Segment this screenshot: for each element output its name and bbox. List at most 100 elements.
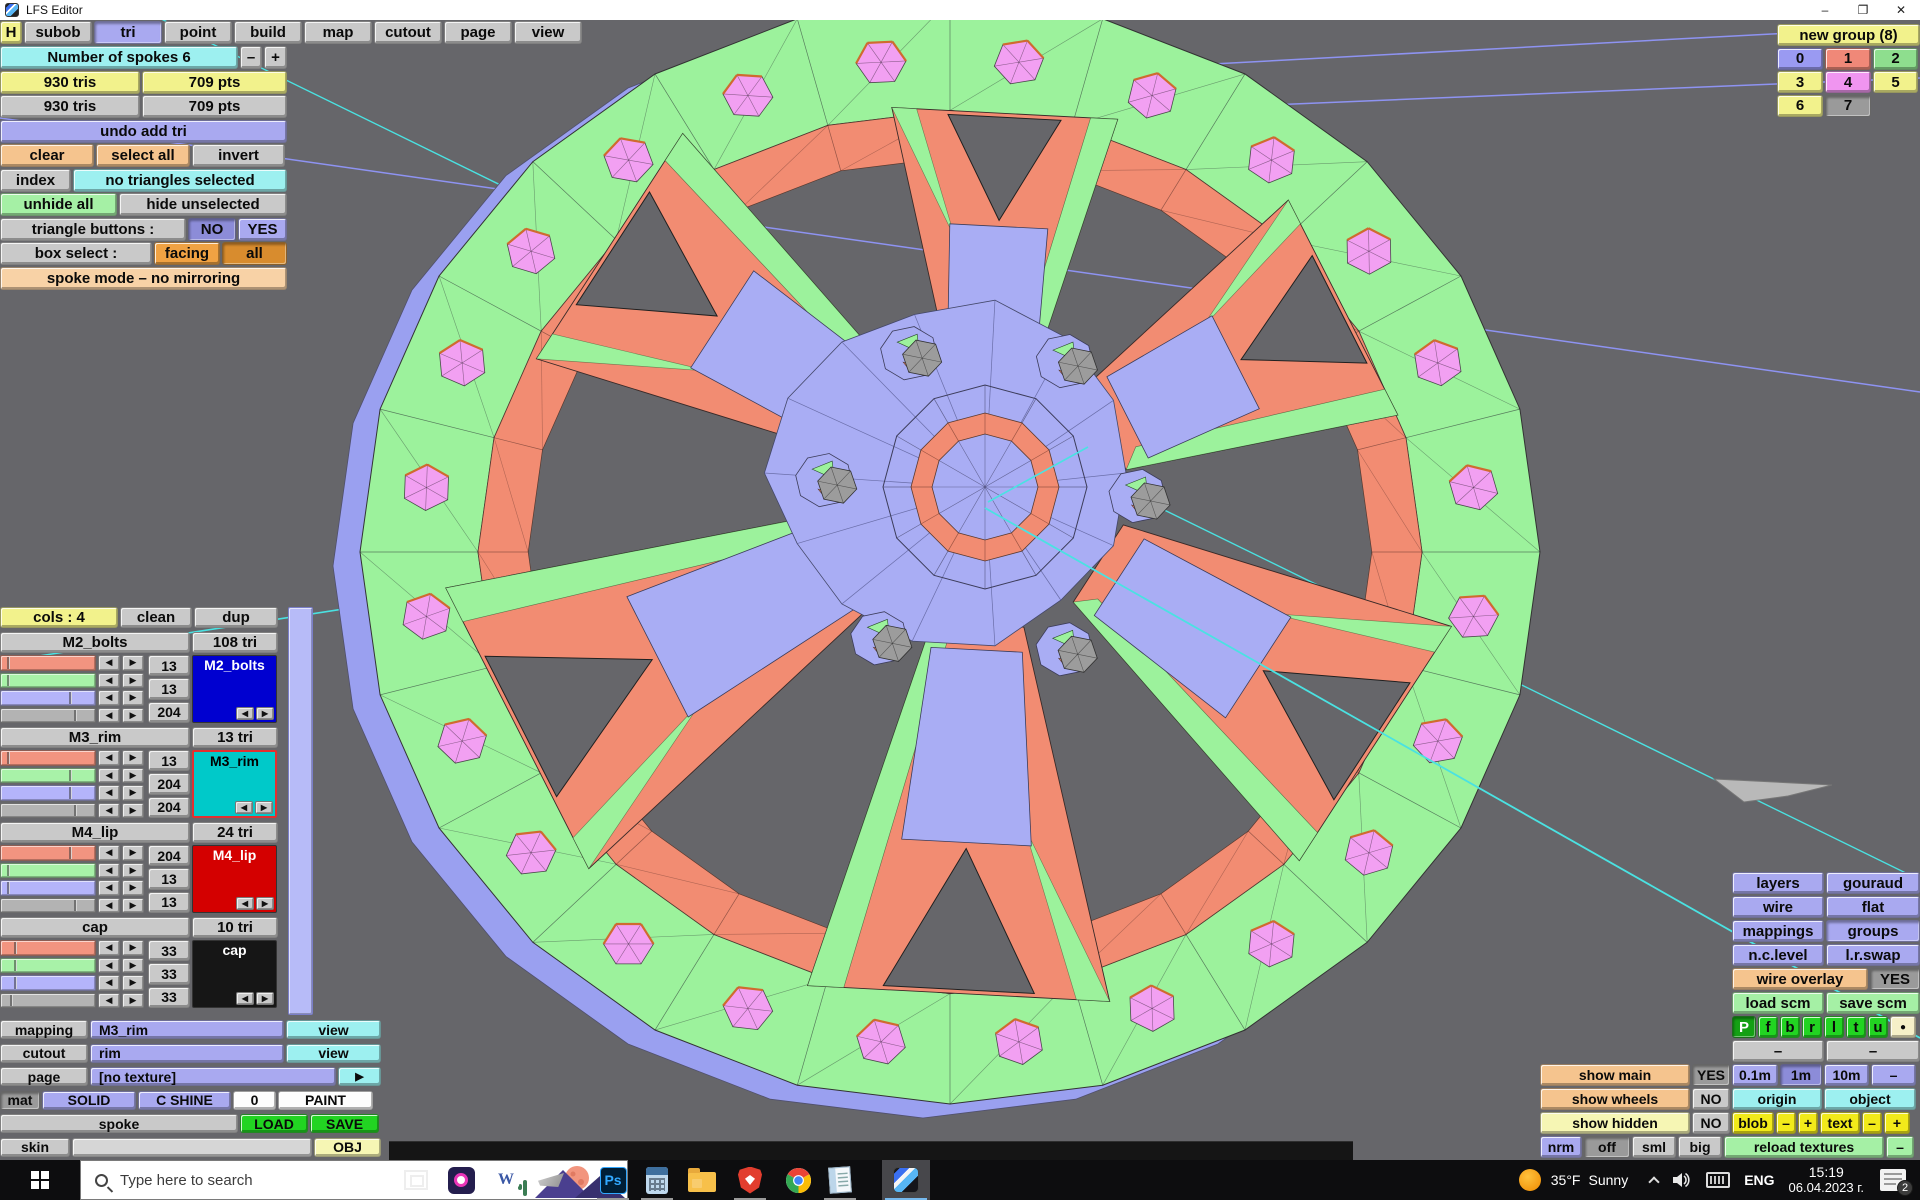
show-hidden-state[interactable]: NO bbox=[1692, 1112, 1730, 1134]
skin-label[interactable]: skin bbox=[0, 1138, 70, 1157]
layer-r-button[interactable]: r bbox=[1802, 1016, 1822, 1038]
wire-button[interactable]: wire bbox=[1732, 896, 1824, 918]
blue-slider[interactable] bbox=[0, 785, 96, 801]
slider-right-arrow[interactable]: ▶ bbox=[122, 785, 144, 801]
menu-page[interactable]: page bbox=[444, 21, 512, 44]
slider-left-arrow[interactable]: ◀ bbox=[98, 655, 120, 671]
text-plus-button[interactable]: + bbox=[1884, 1112, 1910, 1134]
red-slider[interactable] bbox=[0, 845, 96, 861]
slider-right-arrow[interactable]: ▶ bbox=[122, 803, 144, 819]
slider-left-arrow[interactable]: ◀ bbox=[98, 673, 120, 689]
layer-b-button[interactable]: b bbox=[1780, 1016, 1800, 1038]
lfs-editor-taskbar-button[interactable] bbox=[882, 1160, 930, 1200]
slider-left-arrow[interactable]: ◀ bbox=[98, 880, 120, 896]
mapping-label[interactable]: mapping bbox=[0, 1020, 88, 1039]
material-swatch[interactable]: M2_bolts ◀▶ bbox=[192, 655, 277, 723]
slider-right-arrow[interactable]: ▶ bbox=[122, 673, 144, 689]
extra-slider[interactable] bbox=[0, 993, 96, 1009]
hide-unselected-button[interactable]: hide unselected bbox=[119, 193, 287, 216]
show-hidden-label[interactable]: show hidden bbox=[1540, 1112, 1690, 1134]
calculator-button[interactable] bbox=[633, 1160, 681, 1200]
slider-right-arrow[interactable]: ▶ bbox=[122, 708, 144, 724]
layer-u-button[interactable]: u bbox=[1868, 1016, 1888, 1038]
task-view-button[interactable] bbox=[392, 1160, 440, 1200]
slider-left-arrow[interactable]: ◀ bbox=[98, 690, 120, 706]
grid-dash-button[interactable]: – bbox=[1871, 1064, 1916, 1086]
reload-dash-button[interactable]: – bbox=[1886, 1136, 1914, 1158]
dash-button-2[interactable]: – bbox=[1826, 1040, 1920, 1062]
green-slider[interactable] bbox=[0, 863, 96, 879]
slider-left-arrow[interactable]: ◀ bbox=[98, 845, 120, 861]
spoke-save-button[interactable]: SAVE bbox=[310, 1114, 379, 1133]
blob-plus-button[interactable]: + bbox=[1798, 1112, 1818, 1134]
slider-right-arrow[interactable]: ▶ bbox=[122, 958, 144, 974]
slider-left-arrow[interactable]: ◀ bbox=[98, 993, 120, 1009]
triangle-buttons-no[interactable]: NO bbox=[188, 218, 236, 241]
red-slider[interactable] bbox=[0, 655, 96, 671]
material-name[interactable]: M2_bolts bbox=[0, 632, 190, 653]
grid-1m-button[interactable]: 1m bbox=[1780, 1064, 1822, 1086]
material-swatch[interactable]: M4_lip ◀▶ bbox=[192, 845, 277, 913]
layer-f-button[interactable]: f bbox=[1758, 1016, 1778, 1038]
skin-obj-button[interactable]: OBJ bbox=[314, 1138, 381, 1157]
slider-left-arrow[interactable]: ◀ bbox=[98, 803, 120, 819]
index-button[interactable]: index bbox=[0, 169, 71, 192]
slider-left-arrow[interactable]: ◀ bbox=[98, 768, 120, 784]
slider-right-arrow[interactable]: ▶ bbox=[122, 975, 144, 991]
close-button[interactable]: ✕ bbox=[1882, 0, 1920, 20]
green-slider[interactable] bbox=[0, 958, 96, 974]
spokes-plus-button[interactable]: + bbox=[264, 46, 287, 69]
menu-point[interactable]: point bbox=[164, 21, 232, 44]
slider-right-arrow[interactable]: ▶ bbox=[122, 993, 144, 1009]
dash-button-1[interactable]: – bbox=[1732, 1040, 1824, 1062]
swatch-prev-arrow[interactable]: ◀ bbox=[236, 897, 254, 910]
blue-slider[interactable] bbox=[0, 880, 96, 896]
show-wheels-label[interactable]: show wheels bbox=[1540, 1088, 1690, 1110]
swatch-prev-arrow[interactable]: ◀ bbox=[236, 707, 254, 720]
number-of-spokes[interactable]: Number of spokes 6 bbox=[0, 46, 238, 69]
nclevel-button[interactable]: n.c.level bbox=[1732, 944, 1824, 966]
mat-zero-button[interactable]: 0 bbox=[233, 1091, 276, 1110]
extra-slider[interactable] bbox=[0, 708, 96, 724]
weather-condition[interactable]: Sunny bbox=[1589, 1172, 1629, 1188]
swatch-next-arrow[interactable]: ▶ bbox=[256, 992, 274, 1005]
nrm-big-button[interactable]: big bbox=[1678, 1136, 1722, 1158]
flat-button[interactable]: flat bbox=[1826, 896, 1920, 918]
page-value[interactable]: [no texture] bbox=[90, 1067, 336, 1086]
tray-expand-icon[interactable] bbox=[1649, 1176, 1660, 1187]
layers-button[interactable]: layers bbox=[1732, 872, 1824, 894]
material-name[interactable]: M4_lip bbox=[0, 822, 190, 843]
clean-button[interactable]: clean bbox=[120, 607, 192, 628]
slider-right-arrow[interactable]: ▶ bbox=[122, 940, 144, 956]
reload-textures-button[interactable]: reload textures bbox=[1724, 1136, 1884, 1158]
wire-overlay-label[interactable]: wire overlay bbox=[1732, 968, 1868, 990]
red-slider[interactable] bbox=[0, 940, 96, 956]
group-2-button[interactable]: 2 bbox=[1873, 48, 1918, 70]
slider-left-arrow[interactable]: ◀ bbox=[98, 708, 120, 724]
skin-value[interactable] bbox=[72, 1138, 312, 1157]
lrswap-button[interactable]: l.r.swap bbox=[1826, 944, 1920, 966]
slider-left-arrow[interactable]: ◀ bbox=[98, 940, 120, 956]
layer-t-button[interactable]: t bbox=[1846, 1016, 1866, 1038]
blue-slider[interactable] bbox=[0, 690, 96, 706]
undo-add-tri-button[interactable]: undo add tri bbox=[0, 120, 287, 143]
spoke-label[interactable]: spoke bbox=[0, 1114, 238, 1133]
notification-icon[interactable]: 2 bbox=[1880, 1169, 1906, 1191]
object-button[interactable]: object bbox=[1824, 1088, 1916, 1110]
cutout-label[interactable]: cutout bbox=[0, 1044, 88, 1063]
start-button[interactable] bbox=[0, 1160, 80, 1200]
menu-h[interactable]: H bbox=[0, 21, 22, 44]
file-explorer-button[interactable] bbox=[678, 1160, 726, 1200]
touch-keyboard-icon[interactable] bbox=[1706, 1172, 1730, 1188]
slider-right-arrow[interactable]: ▶ bbox=[122, 898, 144, 914]
geforce-button[interactable] bbox=[437, 1160, 485, 1200]
page-label[interactable]: page bbox=[0, 1067, 88, 1086]
slider-left-arrow[interactable]: ◀ bbox=[98, 863, 120, 879]
brave-button[interactable] bbox=[726, 1160, 774, 1200]
swatch-next-arrow[interactable]: ▶ bbox=[256, 707, 274, 720]
triangle-buttons-yes[interactable]: YES bbox=[238, 218, 287, 241]
wire-overlay-state[interactable]: YES bbox=[1870, 968, 1920, 990]
weather-sun-icon[interactable] bbox=[1519, 1169, 1541, 1191]
page-next-button[interactable]: ▶ bbox=[338, 1067, 381, 1086]
group-4-button[interactable]: 4 bbox=[1825, 71, 1871, 93]
